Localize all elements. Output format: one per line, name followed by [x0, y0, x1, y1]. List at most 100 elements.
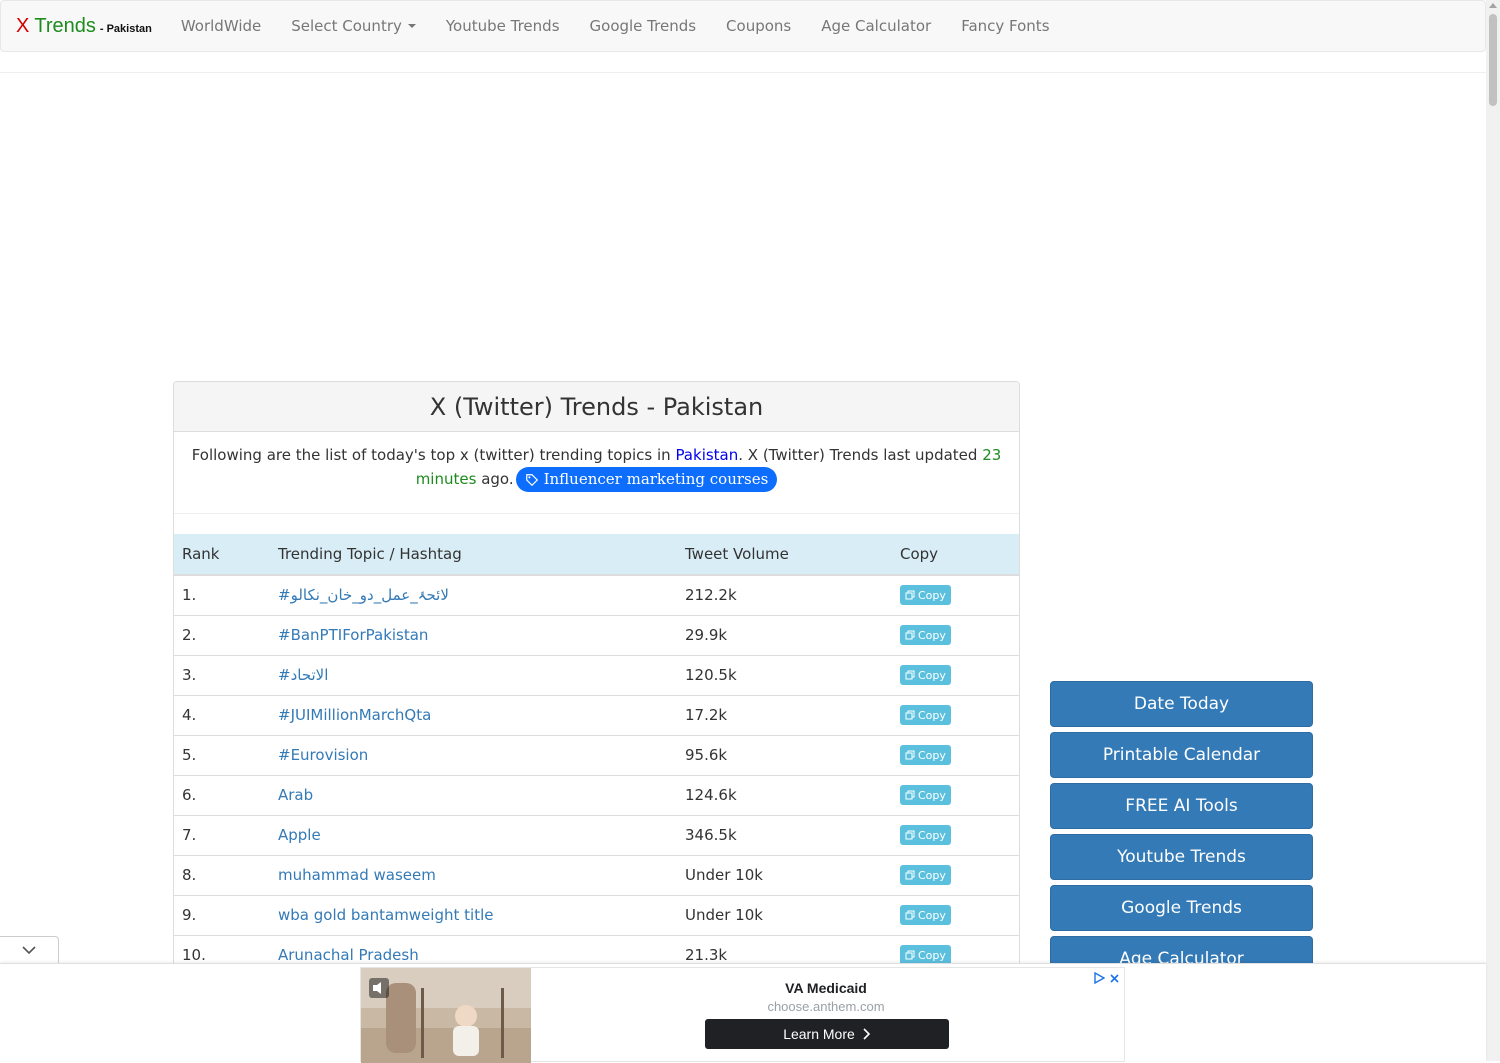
copy-icon	[905, 950, 915, 960]
sidebar-google-trends-button[interactable]: Google Trends	[1050, 885, 1313, 931]
ad-learn-more-button[interactable]: Learn More	[705, 1019, 949, 1049]
sidebar-free-ai-tools-button[interactable]: FREE AI Tools	[1050, 783, 1313, 829]
copy-button[interactable]: Copy	[900, 745, 951, 765]
influencer-courses-button[interactable]: Influencer marketing courses	[515, 467, 778, 492]
table-row: 1. #لائحۂ_عمل_دو_خان_نکالو 212.2k Copy	[174, 574, 1019, 615]
copy-button[interactable]: Copy	[900, 825, 951, 845]
nav-select-country-label: Select Country	[291, 17, 402, 35]
topic-link[interactable]: #JUIMillionMarchQta	[270, 694, 677, 735]
volume-cell: 120.5k	[677, 654, 892, 695]
copy-button[interactable]: Copy	[900, 785, 951, 805]
topic-link[interactable]: Apple	[270, 814, 677, 855]
country-link[interactable]: Pakistan	[675, 446, 738, 464]
copy-label: Copy	[918, 828, 946, 842]
ad-url[interactable]: choose.anthem.com	[706, 999, 946, 1014]
nav-age-calculator[interactable]: Age Calculator	[806, 17, 946, 35]
sidebar-youtube-trends-button[interactable]: Youtube Trends	[1050, 834, 1313, 880]
ad-unit[interactable]: VA Medicaid choose.anthem.com Learn More	[360, 967, 1125, 1063]
caret-down-icon	[407, 24, 416, 28]
intro-after: ago.	[481, 470, 514, 488]
trends-table-body: 1. #لائحۂ_عمل_دو_خان_نکالو 212.2k Copy 2. #Ba…	[174, 574, 1019, 975]
nav-youtube-trends[interactable]: Youtube Trends	[431, 17, 575, 35]
sidebar-date-today-button[interactable]: Date Today	[1050, 681, 1313, 727]
intro-before: Following are the list of today's top x …	[191, 446, 671, 464]
ad-title[interactable]: VA Medicaid	[706, 980, 946, 996]
copy-button[interactable]: Copy	[900, 585, 951, 606]
close-icon[interactable]	[1109, 973, 1120, 984]
volume-cell: 346.5k	[677, 814, 892, 855]
sidebar-printable-calendar-button[interactable]: Printable Calendar	[1050, 732, 1313, 778]
copy-cell: Copy	[892, 574, 1019, 615]
nav-coupons[interactable]: Coupons	[711, 17, 806, 35]
rank-cell: 9.	[174, 894, 270, 935]
trends-panel: X (Twitter) Trends - Pakistan Following …	[173, 381, 1020, 981]
scroll-thumb[interactable]	[1489, 14, 1497, 106]
copy-label: Copy	[918, 748, 946, 762]
copy-cell: Copy	[892, 694, 1019, 735]
nav-select-country[interactable]: Select Country	[276, 17, 431, 35]
ad-cta-label: Learn More	[783, 1026, 855, 1042]
volume-cell: Under 10k	[677, 854, 892, 895]
copy-button[interactable]: Copy	[900, 705, 951, 725]
copy-label: Copy	[918, 788, 946, 802]
nav-fancy-fonts[interactable]: Fancy Fonts	[946, 17, 1064, 35]
table-row: 4. #JUIMillionMarchQta 17.2k Copy	[174, 694, 1019, 735]
volume-cell: 29.9k	[677, 614, 892, 655]
copy-cell: Copy	[892, 734, 1019, 775]
adchoices-icon[interactable]	[1093, 972, 1105, 984]
copy-icon	[905, 830, 915, 840]
copy-label: Copy	[918, 708, 946, 722]
table-row: 7. Apple 346.5k Copy	[174, 814, 1019, 855]
scroll-up-arrow-icon[interactable]	[1489, 3, 1497, 8]
volume-cell: 212.2k	[677, 574, 892, 615]
copy-cell: Copy	[892, 654, 1019, 695]
table-row: 2. #BanPTIForPakistan 29.9k Copy	[174, 614, 1019, 655]
copy-cell: Copy	[892, 814, 1019, 855]
table-row: 9. wba gold bantamweight title Under 10k Co…	[174, 894, 1019, 935]
topic-link[interactable]: wba gold bantamweight title	[270, 894, 677, 935]
copy-label: Copy	[918, 668, 946, 682]
rank-cell: 7.	[174, 814, 270, 855]
intro-mid: . X (Twitter) Trends last updated	[738, 446, 978, 464]
topic-link[interactable]: muhammad waseem	[270, 854, 677, 895]
topic-link[interactable]: Arab	[270, 774, 677, 815]
rank-cell: 4.	[174, 694, 270, 735]
rank-cell: 2.	[174, 614, 270, 655]
header-rank: Rank	[174, 534, 270, 576]
bottom-ad-bar: VA Medicaid choose.anthem.com Learn More	[0, 963, 1486, 1063]
topic-link[interactable]: #لائحۂ_عمل_دو_خان_نکالو	[270, 574, 677, 615]
topic-link[interactable]: #Eurovision	[270, 734, 677, 775]
table-row: 6. Arab 124.6k Copy	[174, 774, 1019, 815]
topic-link[interactable]: #BanPTIForPakistan	[270, 614, 677, 655]
header-copy: Copy	[892, 534, 1019, 576]
table-row: 3. #الاتحاد 120.5k Copy	[174, 654, 1019, 695]
copy-label: Copy	[918, 868, 946, 882]
page-scrollbar[interactable]	[1486, 0, 1500, 1061]
volume-cell: 124.6k	[677, 774, 892, 815]
ad-photo	[361, 968, 531, 1063]
brand-logo[interactable]: X Trends - Pakistan	[1, 15, 166, 38]
copy-cell: Copy	[892, 614, 1019, 655]
rank-cell: 8.	[174, 854, 270, 895]
table-row: 5. #Eurovision 95.6k Copy	[174, 734, 1019, 775]
copy-button[interactable]: Copy	[900, 665, 951, 685]
volume-cell: 17.2k	[677, 694, 892, 735]
copy-icon	[905, 790, 915, 800]
chevron-down-icon	[22, 946, 36, 955]
nav-google-trends[interactable]: Google Trends	[575, 17, 712, 35]
table-row: 8. muhammad waseem Under 10k Copy	[174, 854, 1019, 895]
copy-icon	[905, 630, 915, 640]
brand-trends: Trends	[34, 14, 96, 37]
copy-button[interactable]: Copy	[900, 905, 951, 925]
topic-link[interactable]: #الاتحاد	[270, 654, 677, 695]
ad-collapse-toggle[interactable]	[0, 936, 59, 963]
volume-cell: 95.6k	[677, 734, 892, 775]
ad-choices[interactable]	[1093, 972, 1120, 984]
ad-image[interactable]	[361, 968, 531, 1063]
nav-worldwide[interactable]: WorldWide	[166, 17, 276, 35]
header-volume: Tweet Volume	[677, 534, 892, 576]
copy-button[interactable]: Copy	[900, 865, 951, 885]
copy-button[interactable]: Copy	[900, 625, 951, 645]
copy-icon	[905, 750, 915, 760]
rank-cell: 6.	[174, 774, 270, 815]
